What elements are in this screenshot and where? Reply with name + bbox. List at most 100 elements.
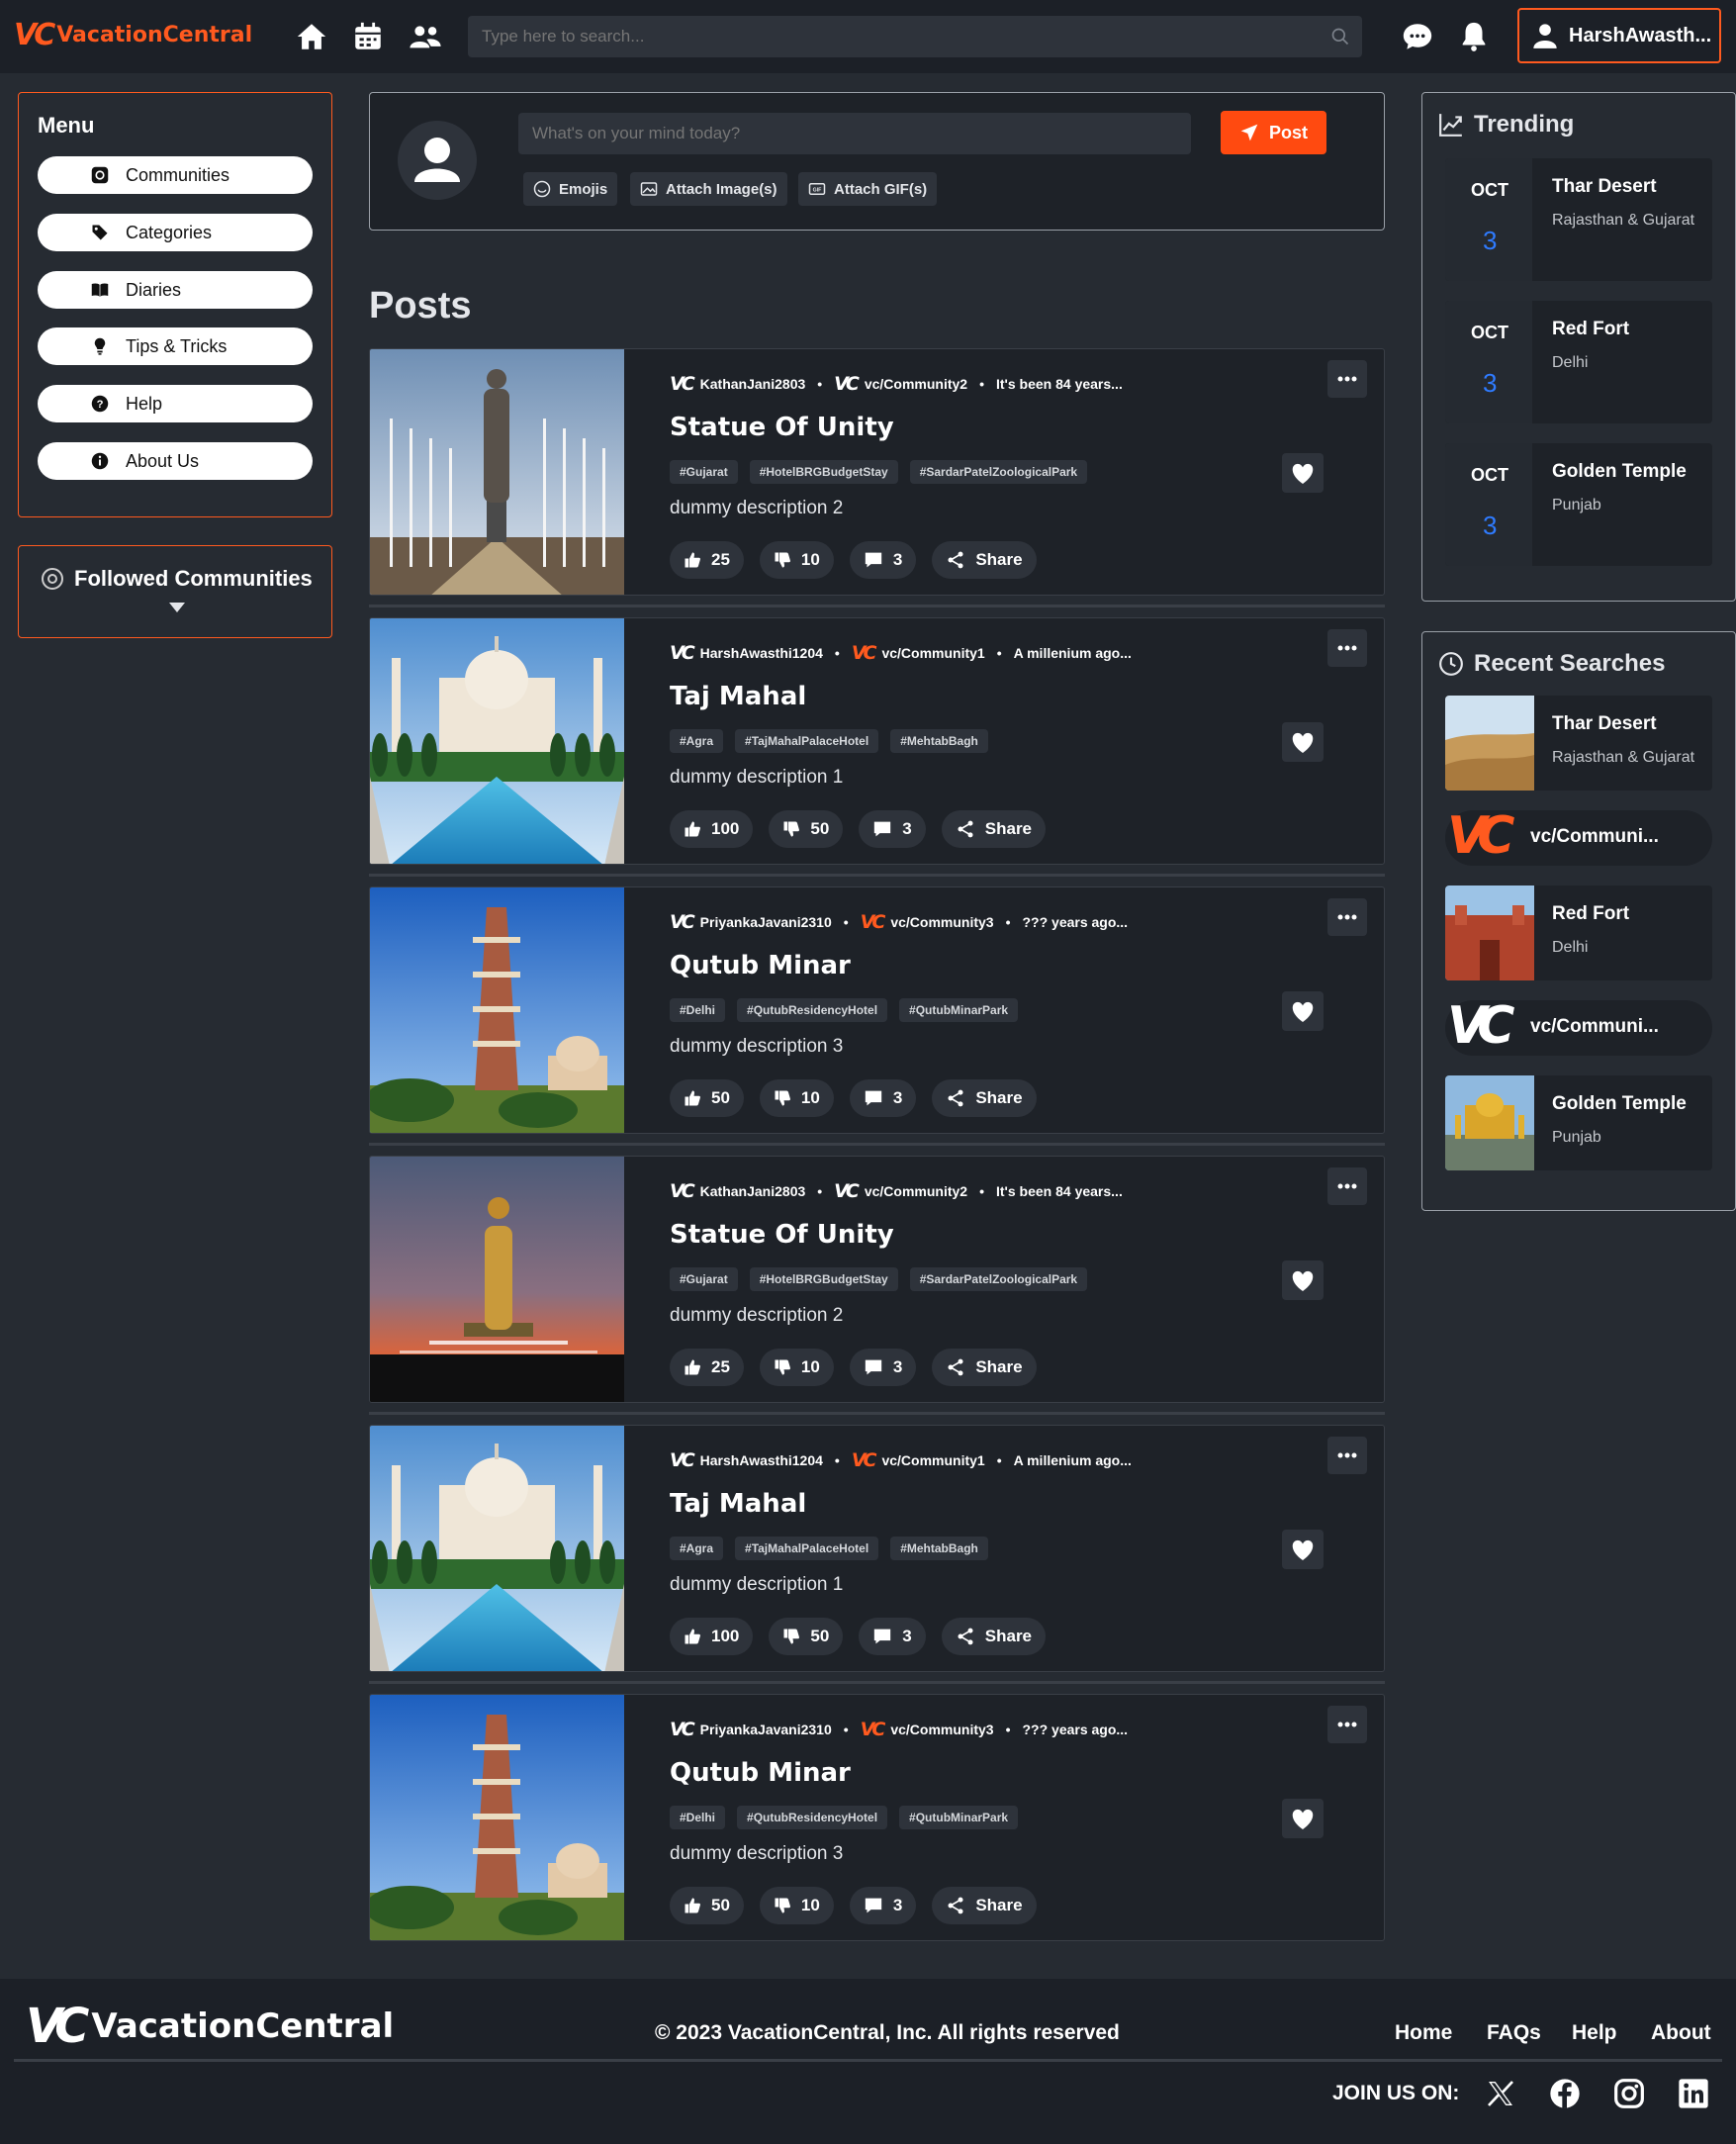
post-button[interactable]: Post <box>1221 111 1326 154</box>
more-options-button[interactable] <box>1327 360 1367 398</box>
more-options-button[interactable] <box>1327 1167 1367 1205</box>
menu-item-diaries[interactable]: Diaries <box>38 271 313 309</box>
share-button[interactable]: Share <box>932 541 1037 579</box>
menu-item-categories[interactable]: Categories <box>38 214 313 251</box>
dislike-button[interactable]: 10 <box>759 1079 834 1117</box>
more-options-button[interactable] <box>1327 1706 1367 1743</box>
post-community[interactable]: vc/Community1 <box>881 1452 984 1468</box>
post-title[interactable]: Qutub Minar <box>670 1758 851 1788</box>
post-author[interactable]: PriyankaJavani2310 <box>700 1722 832 1737</box>
post-community[interactable]: vc/Community1 <box>881 645 984 661</box>
like-button[interactable]: 50 <box>670 1887 744 1924</box>
facebook-icon[interactable] <box>1549 2078 1581 2109</box>
like-button[interactable]: 50 <box>670 1079 744 1117</box>
post-tag[interactable]: #Delhi <box>670 998 726 1022</box>
post-community[interactable]: vc/Community2 <box>865 376 967 392</box>
post-image[interactable] <box>370 349 624 596</box>
dislike-button[interactable]: 10 <box>759 1349 834 1386</box>
dislike-button[interactable]: 10 <box>759 541 834 579</box>
post-tag[interactable]: #Delhi <box>670 1806 726 1829</box>
post-author[interactable]: HarshAwasthi1204 <box>700 645 823 661</box>
like-button[interactable]: 100 <box>670 810 754 848</box>
followed-communities-panel[interactable]: Followed Communities <box>18 545 332 638</box>
post-tag[interactable]: #TajMahalPalaceHotel <box>735 1537 879 1560</box>
footer-logo[interactable]: VC VacationCentral <box>26 1999 394 2054</box>
emojis-button[interactable]: Emojis <box>523 172 618 206</box>
post-card[interactable]: VC HarshAwasthi1204 • VC vc/Community1 •… <box>369 617 1385 865</box>
footer-link-home[interactable]: Home <box>1395 2021 1452 2045</box>
favorite-button[interactable] <box>1282 1530 1324 1569</box>
post-card[interactable]: VC KathanJani2803 • VC vc/Community2 • I… <box>369 348 1385 596</box>
like-button[interactable]: 100 <box>670 1618 754 1655</box>
menu-item-about[interactable]: About Us <box>38 442 313 480</box>
favorite-button[interactable] <box>1282 722 1324 762</box>
more-options-button[interactable] <box>1327 629 1367 667</box>
favorite-button[interactable] <box>1282 1260 1324 1300</box>
search-input[interactable] <box>482 16 1313 57</box>
caret-down-icon[interactable] <box>167 601 187 614</box>
like-button[interactable]: 25 <box>670 541 744 579</box>
home-icon[interactable] <box>295 20 328 53</box>
recent-search-item[interactable]: Thar Desert Rajasthan & Gujarat <box>1445 696 1712 791</box>
post-tag[interactable]: #Agra <box>670 1537 724 1560</box>
dislike-button[interactable]: 50 <box>769 1618 844 1655</box>
search-icon[interactable] <box>1330 27 1350 47</box>
post-image[interactable] <box>370 1426 624 1672</box>
recent-search-community[interactable]: VC vc/Communi... <box>1445 806 1712 866</box>
user-menu-button[interactable]: HarshAwasth... <box>1517 8 1721 63</box>
share-button[interactable]: Share <box>941 810 1047 848</box>
post-author[interactable]: KathanJani2803 <box>700 376 806 392</box>
post-tag[interactable]: #QutubMinarPark <box>899 1806 1019 1829</box>
post-tag[interactable]: #HotelBRGBudgetStay <box>749 460 898 484</box>
instagram-icon[interactable] <box>1613 2078 1645 2109</box>
post-title[interactable]: Statue Of Unity <box>670 1220 894 1250</box>
trending-item[interactable]: OCT 3 Red Fort Delhi <box>1445 301 1712 423</box>
menu-item-tips[interactable]: Tips & Tricks <box>38 327 313 365</box>
x-icon[interactable] <box>1485 2078 1516 2109</box>
post-tag[interactable]: #QutubResidencyHotel <box>737 998 888 1022</box>
trending-item[interactable]: OCT 3 Thar Desert Rajasthan & Gujarat <box>1445 158 1712 281</box>
post-tag[interactable]: #QutubMinarPark <box>899 998 1019 1022</box>
share-button[interactable]: Share <box>941 1618 1047 1655</box>
post-image[interactable] <box>370 887 624 1134</box>
post-title[interactable]: Qutub Minar <box>670 951 851 980</box>
linkedin-icon[interactable] <box>1678 2078 1709 2109</box>
menu-item-help[interactable]: ? Help <box>38 385 313 422</box>
recent-search-item[interactable]: Red Fort Delhi <box>1445 886 1712 980</box>
comment-button[interactable]: 3 <box>859 1618 926 1655</box>
post-author[interactable]: PriyankaJavani2310 <box>700 914 832 930</box>
like-button[interactable]: 25 <box>670 1349 744 1386</box>
recent-search-item[interactable]: Golden Temple Punjab <box>1445 1075 1712 1170</box>
more-options-button[interactable] <box>1327 1437 1367 1474</box>
post-community[interactable]: vc/Community3 <box>890 1722 993 1737</box>
post-tag[interactable]: #SardarPatelZoologicalPark <box>909 1267 1088 1291</box>
post-tag[interactable]: #HotelBRGBudgetStay <box>749 1267 898 1291</box>
post-image[interactable] <box>370 1157 624 1403</box>
share-button[interactable]: Share <box>932 1349 1037 1386</box>
post-tag[interactable]: #QutubResidencyHotel <box>737 1806 888 1829</box>
footer-link-faqs[interactable]: FAQs <box>1487 2021 1541 2045</box>
logo[interactable]: VC VacationCentral <box>14 18 252 52</box>
post-author[interactable]: HarshAwasthi1204 <box>700 1452 823 1468</box>
post-tag[interactable]: #TajMahalPalaceHotel <box>735 729 879 753</box>
comment-button[interactable]: 3 <box>859 810 926 848</box>
post-tag[interactable]: #SardarPatelZoologicalPark <box>909 460 1088 484</box>
post-tag[interactable]: #MehtabBagh <box>890 729 988 753</box>
post-tag[interactable]: #Gujarat <box>670 460 738 484</box>
users-icon[interactable] <box>409 20 442 53</box>
comment-button[interactable]: 3 <box>849 1079 917 1117</box>
calendar-icon[interactable] <box>351 20 385 53</box>
post-image[interactable] <box>370 1695 624 1941</box>
favorite-button[interactable] <box>1282 991 1324 1031</box>
menu-item-communities[interactable]: Communities <box>38 156 313 194</box>
dislike-button[interactable]: 50 <box>769 810 844 848</box>
footer-link-about[interactable]: About <box>1651 2021 1711 2045</box>
comment-button[interactable]: 3 <box>849 1349 917 1386</box>
post-author[interactable]: KathanJani2803 <box>700 1183 806 1199</box>
post-tag[interactable]: #Gujarat <box>670 1267 738 1291</box>
footer-link-help[interactable]: Help <box>1572 2021 1617 2045</box>
favorite-button[interactable] <box>1282 453 1324 493</box>
comment-button[interactable]: 3 <box>849 1887 917 1924</box>
favorite-button[interactable] <box>1282 1799 1324 1838</box>
post-tag[interactable]: #MehtabBagh <box>890 1537 988 1560</box>
